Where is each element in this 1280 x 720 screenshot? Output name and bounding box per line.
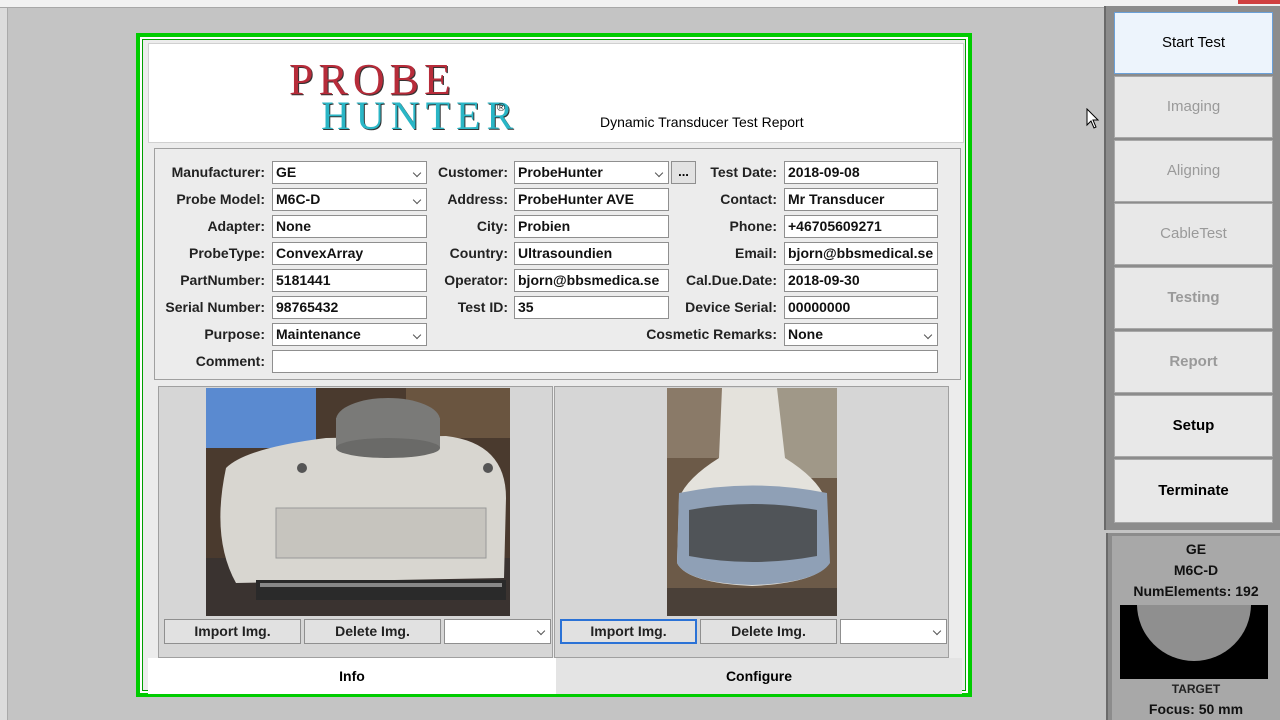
cal-due-date-field[interactable]: 2018-09-30: [784, 269, 938, 292]
probe-type-label: ProbeType:: [189, 245, 265, 261]
report-header: PROBE HUNTER ® Dynamic Transducer Test R…: [148, 43, 964, 143]
comment-label: Comment:: [195, 353, 265, 369]
logo-registered-mark: ®: [497, 102, 506, 114]
window-close-edge[interactable]: [1238, 0, 1280, 4]
delete-image-button-left[interactable]: Delete Img.: [304, 619, 441, 644]
image-select-left[interactable]: [444, 619, 551, 644]
image-select-right[interactable]: [840, 619, 947, 644]
test-date-label: Test Date:: [710, 164, 777, 180]
report-title: Dynamic Transducer Test Report: [600, 114, 804, 130]
probe-info-inner: GE M6C-D NumElements: 192 TARGET Focus: …: [1112, 536, 1280, 720]
purpose-label: Purpose:: [204, 326, 265, 342]
workflow-sidebar: Start Test Imaging Aligning CableTest Te…: [1104, 6, 1280, 530]
report-tabs: Info Configure: [148, 658, 962, 694]
probehunter-logo: PROBE HUNTER ®: [289, 58, 519, 138]
report-panel: PROBE HUNTER ® Dynamic Transducer Test R…: [142, 39, 966, 694]
start-test-button[interactable]: Start Test: [1114, 12, 1273, 74]
probe-info-target: TARGET: [1171, 682, 1221, 696]
comment-field[interactable]: [272, 350, 938, 373]
import-image-button-left[interactable]: Import Img.: [164, 619, 301, 644]
terminate-button[interactable]: Terminate: [1114, 459, 1273, 523]
cosmetic-remarks-select[interactable]: None: [784, 323, 938, 346]
operator-label: Operator:: [444, 272, 508, 288]
email-label: Email:: [734, 245, 777, 261]
probe-photo-back: [206, 388, 510, 616]
probe-arc-shape: [1137, 605, 1251, 661]
report-button[interactable]: Report: [1114, 331, 1273, 393]
test-date-field[interactable]: 2018-09-08: [784, 161, 938, 184]
purpose-select[interactable]: Maintenance: [272, 323, 427, 346]
delete-image-button-right[interactable]: Delete Img.: [700, 619, 837, 644]
email-field[interactable]: bjorn@bbsmedical.se: [784, 242, 938, 265]
probe-info-model: M6C-D: [1173, 562, 1219, 578]
report-frame: PROBE HUNTER ® Dynamic Transducer Test R…: [136, 33, 972, 697]
probe-info-focus: Focus: 50 mm: [1148, 701, 1244, 717]
probe-info-num-elements: NumElements: 192: [1133, 583, 1259, 599]
city-label: City:: [476, 218, 508, 234]
image-panel-right: Import Img. Delete Img.: [554, 386, 949, 658]
device-serial-label: Device Serial:: [685, 299, 777, 315]
window-top-edge: [0, 0, 1280, 8]
probe-info-panel: GE M6C-D NumElements: 192 TARGET Focus: …: [1106, 533, 1280, 720]
cal-due-date-label: Cal.Due.Date:: [685, 272, 777, 288]
manufacturer-label: Manufacturer:: [171, 164, 265, 180]
probe-photo-front: [667, 388, 837, 616]
address-label: Address:: [447, 191, 508, 207]
serial-number-label: Serial Number:: [165, 299, 265, 315]
imaging-button[interactable]: Imaging: [1114, 76, 1273, 138]
probe-model-label: Probe Model:: [176, 191, 265, 207]
tab-configure[interactable]: Configure: [556, 658, 962, 694]
probe-info-manufacturer: GE: [1185, 541, 1207, 557]
tab-info[interactable]: Info: [148, 658, 556, 694]
adapter-field[interactable]: None: [272, 215, 427, 238]
phone-field[interactable]: +46705609271: [784, 215, 938, 238]
test-id-label: Test ID:: [457, 299, 508, 315]
probe-target-view: [1120, 605, 1268, 679]
window-left-edge: [0, 8, 8, 720]
image-panel-left: Import Img. Delete Img.: [158, 386, 553, 658]
probe-type-field[interactable]: ConvexArray: [272, 242, 427, 265]
contact-label: Contact:: [720, 191, 777, 207]
customer-label: Customer:: [437, 164, 508, 180]
probe-details-form: Manufacturer: GE Probe Model: M6C-D Adap…: [154, 148, 961, 380]
probe-model-select[interactable]: M6C-D: [272, 188, 427, 211]
device-serial-field[interactable]: 00000000: [784, 296, 938, 319]
cable-test-button[interactable]: CableTest: [1114, 203, 1273, 265]
testing-button[interactable]: Testing: [1114, 267, 1273, 329]
mouse-cursor-icon: [1086, 108, 1100, 129]
contact-field[interactable]: Mr Transducer: [784, 188, 938, 211]
manufacturer-select[interactable]: GE: [272, 161, 427, 184]
adapter-label: Adapter:: [207, 218, 265, 234]
part-number-label: PartNumber:: [180, 272, 265, 288]
aligning-button[interactable]: Aligning: [1114, 140, 1273, 202]
cosmetic-remarks-label: Cosmetic Remarks:: [646, 326, 777, 342]
country-label: Country:: [449, 245, 508, 261]
part-number-field[interactable]: 5181441: [272, 269, 427, 292]
serial-number-field[interactable]: 98765432: [272, 296, 427, 319]
logo-line2: HUNTER: [321, 93, 520, 138]
setup-button[interactable]: Setup: [1114, 395, 1273, 457]
phone-label: Phone:: [729, 218, 777, 234]
import-image-button-right[interactable]: Import Img.: [560, 619, 697, 644]
